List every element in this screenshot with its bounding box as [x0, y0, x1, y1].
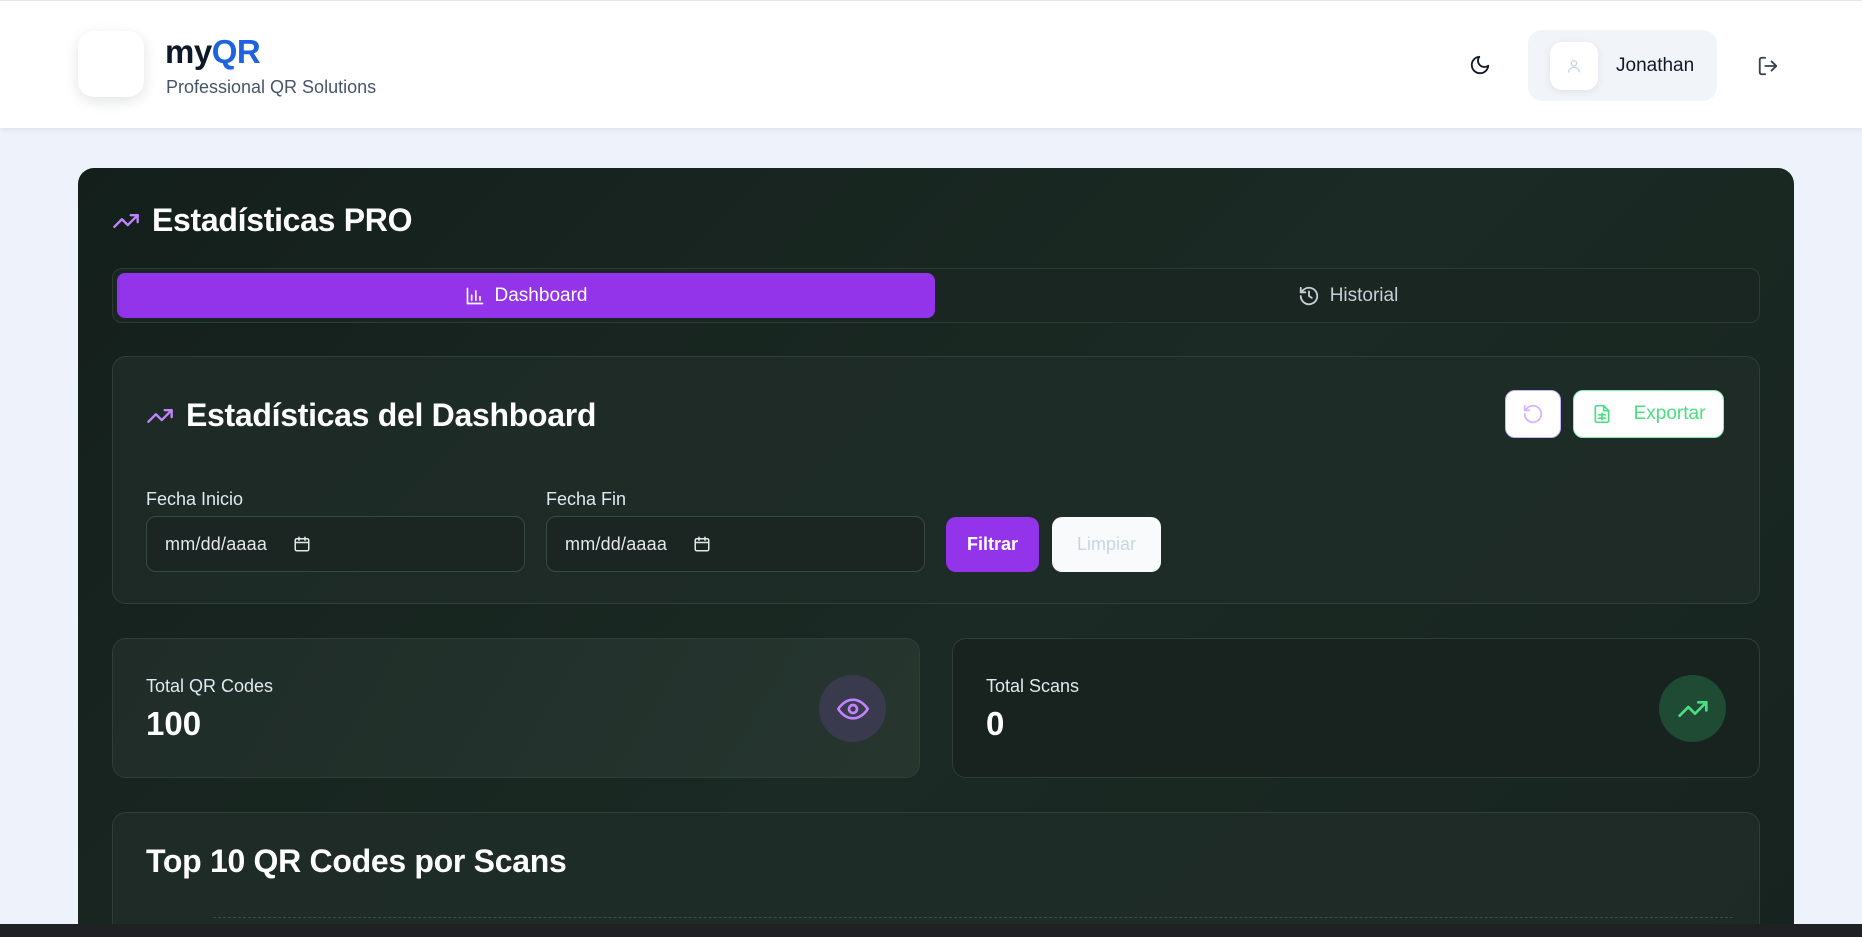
trending-icon-badge [1659, 675, 1726, 742]
tab-historial[interactable]: Historial [939, 273, 1757, 318]
calendar-icon[interactable] [293, 535, 311, 553]
total-qr-value: 100 [146, 705, 202, 742]
user-name: Jonathan [1616, 54, 1695, 76]
bar-chart-icon [466, 287, 483, 304]
brand-tagline: Professional QR Solutions [166, 77, 377, 97]
export-button[interactable]: Exportar [1573, 390, 1724, 438]
total-qr-label: Total QR Codes [146, 676, 274, 696]
start-date-placeholder: mm/dd/aaaa [165, 533, 268, 554]
total-scans-value: 0 [986, 705, 1005, 742]
brand-prefix: my [165, 33, 212, 70]
end-date-placeholder: mm/dd/aaaa [565, 533, 668, 554]
trending-up-icon [147, 408, 173, 423]
avatar [1550, 41, 1598, 90]
start-date-label: Fecha Inicio [146, 489, 244, 509]
trending-up-icon [1677, 700, 1708, 717]
clear-button[interactable]: Limpiar [1052, 517, 1161, 572]
panel-title: Estadísticas PRO [112, 202, 413, 239]
top10-card: Top 10 QR Codes por Scans [112, 812, 1760, 937]
user-icon [1568, 59, 1580, 73]
total-qr-card: Total QR Codes 100 [112, 638, 920, 778]
start-date-input[interactable]: mm/dd/aaaa [146, 516, 525, 572]
refresh-icon [1523, 404, 1543, 424]
user-menu[interactable]: Jonathan [1528, 30, 1717, 101]
file-spreadsheet-icon [1594, 404, 1610, 424]
export-label: Exportar [1633, 403, 1706, 424]
logout-button[interactable] [1751, 49, 1785, 83]
end-date-input[interactable]: mm/dd/aaaa [546, 516, 925, 572]
brand-accent: QR [211, 33, 261, 70]
calendar-icon[interactable] [693, 535, 711, 553]
dashboard-title: Estadísticas del Dashboard [146, 397, 596, 434]
tab-dashboard-label: Dashboard [494, 284, 588, 306]
total-scans-label: Total Scans [986, 676, 1080, 696]
theme-toggle-button[interactable] [1462, 47, 1498, 83]
refresh-button[interactable] [1505, 390, 1561, 438]
chart-gridline [213, 917, 1733, 918]
tab-bar: Dashboard Historial [112, 268, 1760, 323]
history-icon [1299, 286, 1318, 305]
top-header: myQR Professional QR Solutions Jonathan [0, 0, 1862, 128]
eye-icon [836, 697, 869, 720]
trending-up-icon [113, 213, 139, 228]
dashboard-card: Estadísticas del Dashboard Exportar Fech… [112, 356, 1760, 604]
taskbar-strip [0, 924, 1862, 937]
stats-panel: Estadísticas PRO Dashboard Historial Est… [78, 168, 1794, 937]
logout-icon [1758, 56, 1778, 76]
tab-historial-label: Historial [1329, 284, 1399, 306]
panel-title-text: Estadísticas PRO [152, 202, 413, 238]
end-date-label: Fecha Fin [546, 489, 627, 509]
tab-dashboard[interactable]: Dashboard [117, 273, 935, 318]
app-logo[interactable] [78, 31, 144, 97]
eye-icon-badge [819, 675, 886, 742]
total-scans-card: Total Scans 0 [952, 638, 1760, 778]
filter-button[interactable]: Filtrar [946, 517, 1039, 572]
top10-title: Top 10 QR Codes por Scans [146, 843, 567, 879]
dashboard-title-text: Estadísticas del Dashboard [186, 397, 597, 433]
moon-icon [1470, 55, 1490, 75]
brand-name: myQR [165, 33, 261, 71]
